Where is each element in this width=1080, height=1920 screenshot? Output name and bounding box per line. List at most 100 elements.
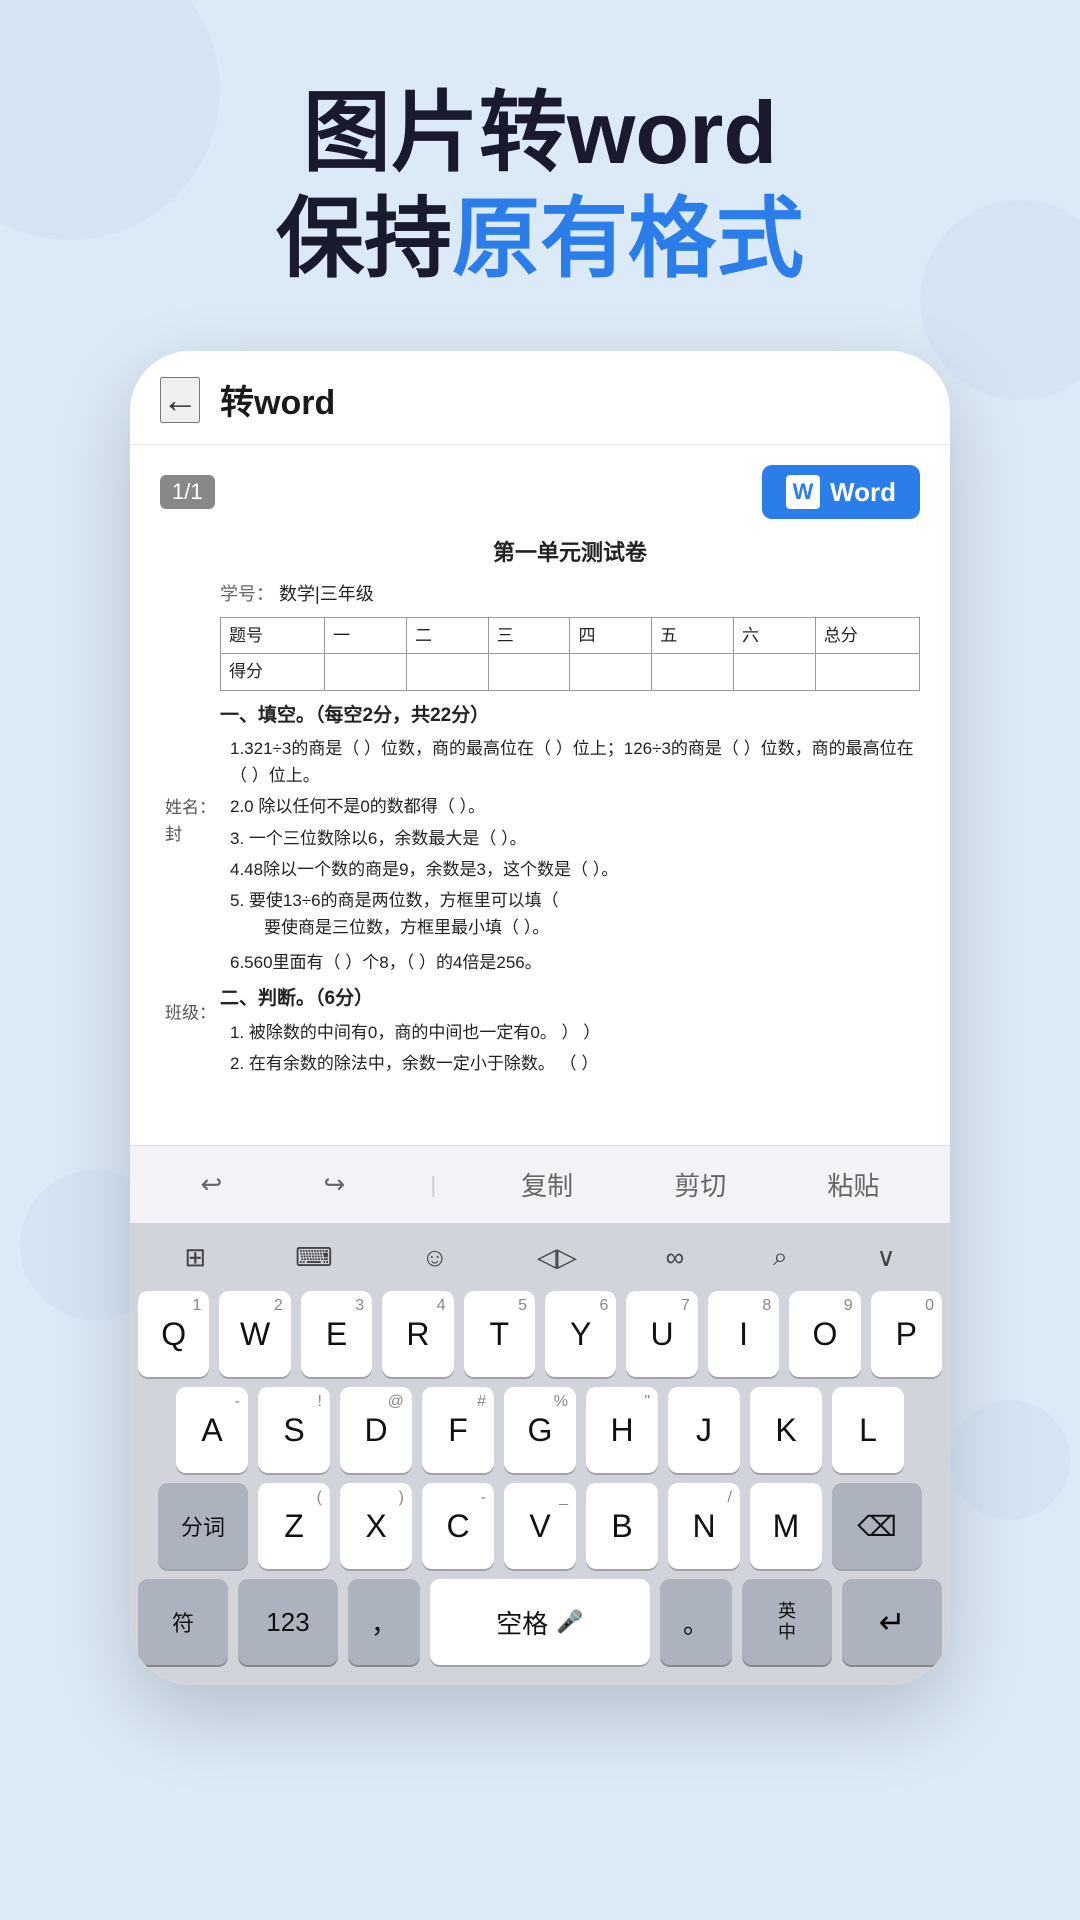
word-w-icon: W: [793, 479, 814, 505]
undo-button[interactable]: ↩: [185, 1165, 239, 1204]
table-header-3: 三: [488, 618, 570, 654]
question-1-4: 4.48除以一个数的商是9，余数是3，这个数是（ ）。: [220, 856, 920, 883]
key-M[interactable]: M: [750, 1483, 822, 1569]
key-comma[interactable]: ，: [348, 1579, 420, 1665]
question-1-5: 5. 要使13÷6的商是两位数，方框里可以填（ 要使商是三位数，方框里最小填（ …: [220, 887, 920, 941]
section-2: 班级： 6.560里面有（ ）个8，（ ）的4倍是256。 二、判断。（6分） …: [220, 949, 920, 1077]
key-lang[interactable]: 英中: [742, 1579, 832, 1665]
key-G[interactable]: %G: [504, 1387, 576, 1473]
key-backspace[interactable]: ⌫: [832, 1483, 922, 1569]
word-export-button[interactable]: W Word: [762, 465, 920, 519]
mic-icon: 🎤: [556, 1609, 583, 1635]
kb-tool-collapse[interactable]: ∨: [866, 1238, 905, 1277]
word-icon-box: W: [786, 475, 820, 509]
table-row2-6: [733, 654, 815, 690]
question-1-1: 1.321÷3的商是（ ）位数，商的最高位在（ ）位上；126÷3的商是（ ）位…: [220, 735, 920, 789]
phone-mockup: ← 转word 1/1 W Word 第一单元测试卷 学号： 数学|三年级 题: [130, 351, 950, 1685]
hero-accent: 原有格式: [452, 189, 804, 288]
section-1-title: 一、填空。（每空2分，共22分）: [220, 701, 920, 731]
key-D[interactable]: @D: [340, 1387, 412, 1473]
doc-info: 学号： 数学|三年级: [220, 580, 920, 609]
doc-toolbar: 1/1 W Word: [160, 465, 920, 519]
key-E[interactable]: 3E: [301, 1291, 372, 1377]
question-2-1: 1. 被除数的中间有0，商的中间也一定有0。 ） ）: [220, 1019, 920, 1046]
key-Y[interactable]: 6Y: [545, 1291, 616, 1377]
key-B[interactable]: B: [586, 1483, 658, 1569]
key-N[interactable]: /N: [668, 1483, 740, 1569]
key-V[interactable]: _V: [504, 1483, 576, 1569]
key-O[interactable]: 9O: [789, 1291, 860, 1377]
doc-title: 第一单元测试卷: [220, 535, 920, 570]
back-button[interactable]: ←: [160, 377, 200, 423]
keyboard: ⊞ ⌨ ☺ ◁▷ ∞ ⌕ ∨ 1Q 2W 3E 4R 5T 6Y 7U 8I 9…: [130, 1223, 950, 1685]
key-T[interactable]: 5T: [464, 1291, 535, 1377]
key-W[interactable]: 2W: [219, 1291, 290, 1377]
key-space[interactable]: 空格 🎤: [430, 1579, 650, 1665]
key-Z[interactable]: (Z: [258, 1483, 330, 1569]
table-header-0: 题号: [221, 618, 325, 654]
cut-button[interactable]: 剪切: [658, 1162, 742, 1207]
paste-button[interactable]: 粘贴: [811, 1162, 895, 1207]
table-row2-3: [488, 654, 570, 690]
hero-section: 图片转word 保持原有格式: [0, 0, 1080, 331]
key-C[interactable]: -C: [422, 1483, 494, 1569]
space-label: 空格: [496, 1604, 548, 1641]
kb-tool-link[interactable]: ∞: [656, 1238, 695, 1277]
info-label: 学号：: [220, 584, 274, 604]
key-S[interactable]: !S: [258, 1387, 330, 1473]
key-R[interactable]: 4R: [382, 1291, 453, 1377]
table-header-1: 一: [325, 618, 407, 654]
table-header-5: 五: [652, 618, 734, 654]
kb-tool-search[interactable]: ⌕: [763, 1237, 798, 1277]
table-header-2: 二: [406, 618, 488, 654]
copy-button[interactable]: 复制: [505, 1162, 589, 1207]
kb-tool-keyboard[interactable]: ⌨: [285, 1238, 343, 1277]
key-Q[interactable]: 1Q: [138, 1291, 209, 1377]
key-enter[interactable]: ↵: [842, 1579, 942, 1665]
kb-row-3: 分词 (Z )X -C _V B /N M ⌫: [138, 1483, 942, 1569]
doc-content: 第一单元测试卷 学号： 数学|三年级 题号 一 二 三 四 五 六 总分 得: [160, 535, 920, 1077]
key-U[interactable]: 7U: [626, 1291, 697, 1377]
key-H[interactable]: "H: [586, 1387, 658, 1473]
key-I[interactable]: 8I: [708, 1291, 779, 1377]
kb-row-1: 1Q 2W 3E 4R 5T 6Y 7U 8I 9O 0P: [138, 1291, 942, 1377]
header-title: 转word: [220, 375, 335, 424]
key-fenci[interactable]: 分词: [158, 1483, 248, 1569]
redo-button[interactable]: ↪: [307, 1165, 361, 1204]
kb-rows: 1Q 2W 3E 4R 5T 6Y 7U 8I 9O 0P -A !S @D #…: [130, 1287, 950, 1569]
table-header-7: 总分: [815, 618, 919, 654]
kb-tool-cursor[interactable]: ◁▷: [527, 1238, 587, 1277]
app-header: ← 转word: [130, 351, 950, 445]
question-1-3: 3. 一个三位数除以6，余数最大是（ ）。: [220, 825, 920, 852]
table-header-4: 四: [570, 618, 652, 654]
question-2-2: 2. 在有余数的除法中，余数一定小于除数。 （ ）: [220, 1050, 920, 1077]
hero-line1: 图片转word: [60, 80, 1020, 186]
section-2-title: 二、判断。（6分）: [220, 984, 920, 1014]
table-row2-1: [325, 654, 407, 690]
key-F[interactable]: #F: [422, 1387, 494, 1473]
hero-line2: 保持原有格式: [60, 186, 1020, 292]
key-L[interactable]: L: [832, 1387, 904, 1473]
kb-bottom-row: 符 123 ， 空格 🎤 。 英中 ↵: [130, 1579, 950, 1685]
word-btn-label: Word: [830, 477, 896, 508]
section-1: 一、填空。（每空2分，共22分） 姓名：封 1.321÷3的商是（ ）位数，商的…: [220, 701, 920, 942]
key-X[interactable]: )X: [340, 1483, 412, 1569]
key-K[interactable]: K: [750, 1387, 822, 1473]
question-1-6: 6.560里面有（ ）个8，（ ）的4倍是256。: [220, 949, 920, 976]
key-P[interactable]: 0P: [871, 1291, 942, 1377]
kb-tool-emoji[interactable]: ☺: [411, 1238, 458, 1277]
key-J[interactable]: J: [668, 1387, 740, 1473]
key-period[interactable]: 。: [660, 1579, 732, 1665]
key-123[interactable]: 123: [238, 1579, 338, 1665]
info-value: 数学|三年级: [279, 584, 374, 604]
table-row2-7: [815, 654, 919, 690]
table-row2-5: [652, 654, 734, 690]
key-A[interactable]: -A: [176, 1387, 248, 1473]
kb-toolbar: ⊞ ⌨ ☺ ◁▷ ∞ ⌕ ∨: [130, 1223, 950, 1287]
sidebar-class-label: 班级：: [165, 1000, 216, 1027]
table-header-6: 六: [733, 618, 815, 654]
kb-row-2: -A !S @D #F %G "H J K L: [138, 1387, 942, 1473]
kb-tool-grid[interactable]: ⊞: [174, 1238, 216, 1277]
edit-toolbar: ↩ ↪ | 复制 剪切 粘贴: [130, 1145, 950, 1223]
key-sym[interactable]: 符: [138, 1579, 228, 1665]
